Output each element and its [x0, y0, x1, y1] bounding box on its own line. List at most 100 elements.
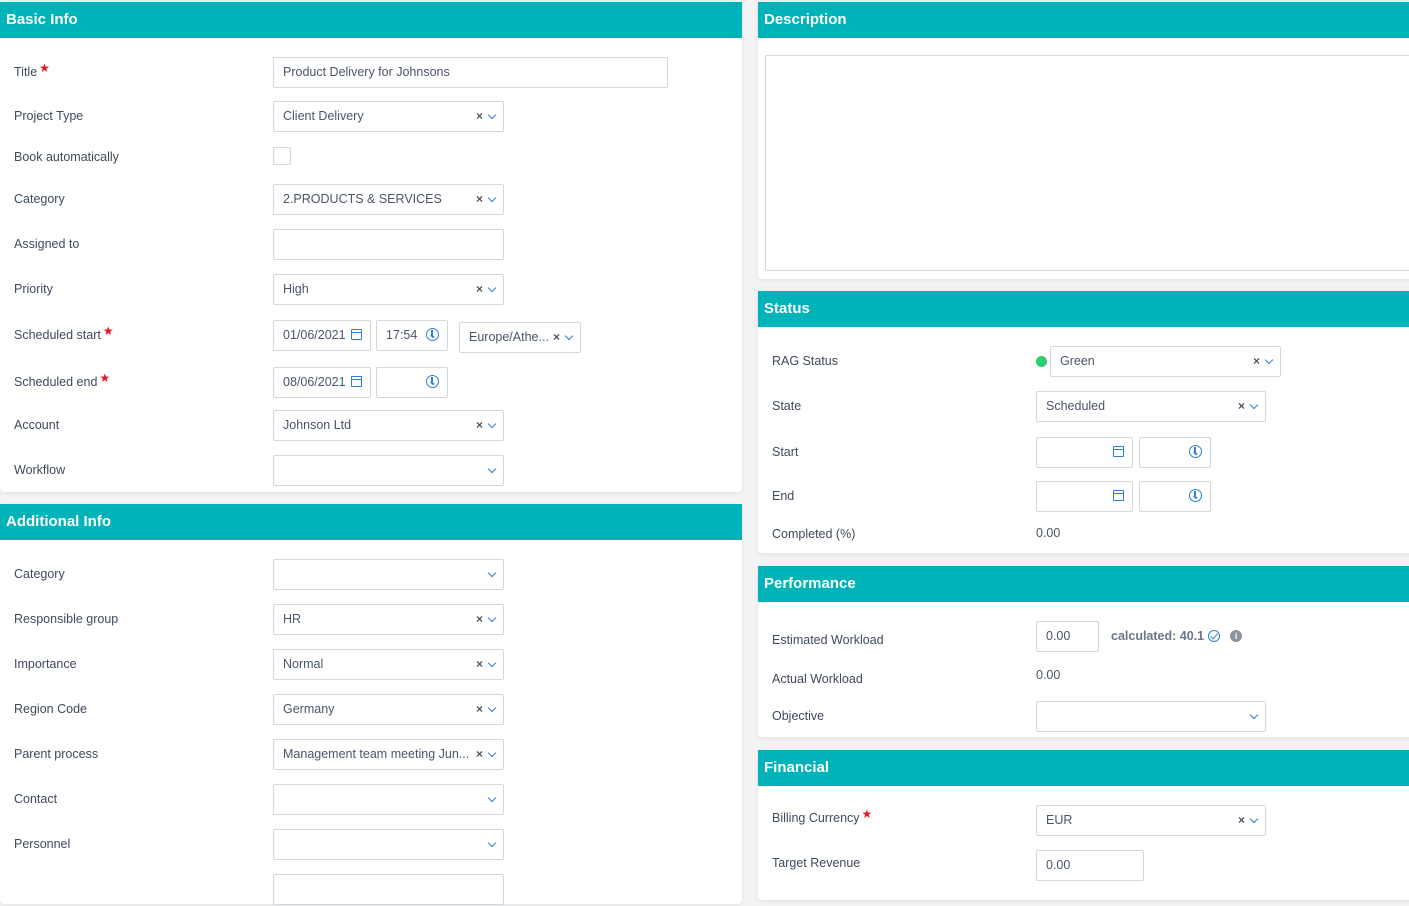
priority-select[interactable]: High ×: [273, 274, 504, 305]
end-time-input[interactable]: [1139, 481, 1211, 512]
clock-icon[interactable]: [1189, 445, 1202, 458]
category-value: 2.PRODUCTS & SERVICES: [283, 192, 442, 206]
region-code-row: Region Code Germany ×: [0, 694, 742, 726]
timezone-select[interactable]: Europe/Athe... ×: [459, 322, 581, 353]
chevron-down-icon[interactable]: [1264, 355, 1274, 364]
chevron-down-icon[interactable]: [487, 419, 497, 428]
personnel-select[interactable]: [273, 829, 504, 860]
scheduled-end-row: Scheduled end ★ 08/06/2021: [0, 367, 742, 399]
clear-icon[interactable]: ×: [476, 650, 483, 679]
book-automatically-row: Book automatically: [0, 142, 742, 174]
clear-icon[interactable]: ×: [1238, 806, 1245, 835]
chevron-down-icon[interactable]: [487, 613, 497, 622]
calendar-icon[interactable]: [1113, 490, 1124, 501]
calendar-icon[interactable]: [351, 329, 362, 340]
clear-icon[interactable]: ×: [1238, 392, 1245, 421]
start-date-input[interactable]: [1036, 437, 1133, 468]
required-icon: ★: [39, 61, 50, 75]
category-select[interactable]: 2.PRODUCTS & SERVICES ×: [273, 184, 504, 215]
project-type-label: Project Type: [14, 109, 84, 123]
chevron-down-icon[interactable]: [487, 838, 497, 847]
clear-icon[interactable]: ×: [476, 185, 483, 214]
clear-icon[interactable]: ×: [476, 740, 483, 769]
chevron-down-icon[interactable]: [1249, 814, 1259, 823]
project-type-select[interactable]: Client Delivery ×: [273, 101, 504, 132]
importance-select[interactable]: Normal ×: [273, 649, 504, 680]
add-category-label: Category: [14, 567, 65, 581]
clear-icon[interactable]: ×: [476, 411, 483, 440]
description-textarea[interactable]: [765, 55, 1409, 271]
partial-field[interactable]: [273, 874, 504, 905]
chevron-down-icon[interactable]: [487, 658, 497, 667]
partial-row: [0, 874, 742, 906]
account-select[interactable]: Johnson Ltd ×: [273, 410, 504, 441]
chevron-down-icon[interactable]: [487, 568, 497, 577]
chevron-down-icon[interactable]: [1249, 710, 1259, 719]
scheduled-end-date-value: 08/06/2021: [283, 375, 346, 389]
rag-status-select[interactable]: Green ×: [1050, 346, 1281, 377]
target-revenue-label: Target Revenue: [772, 856, 861, 870]
end-date-input[interactable]: [1036, 481, 1133, 512]
additional-info-panel: Additional Info Category Responsible gro…: [0, 504, 742, 906]
chevron-down-icon[interactable]: [487, 193, 497, 202]
billing-currency-row: Billing Currency ★ EUR ×: [758, 805, 1409, 837]
chevron-down-icon[interactable]: [487, 110, 497, 119]
responsible-group-row: Responsible group HR ×: [0, 604, 742, 636]
workflow-label: Workflow: [14, 463, 66, 477]
billing-currency-label: Billing Currency ★: [772, 807, 873, 825]
add-category-select[interactable]: [273, 559, 504, 590]
chevron-down-icon[interactable]: [487, 793, 497, 802]
state-select[interactable]: Scheduled ×: [1036, 391, 1266, 422]
clock-icon[interactable]: [426, 375, 439, 388]
calendar-icon[interactable]: [351, 376, 362, 387]
chevron-down-icon[interactable]: [564, 331, 574, 340]
responsible-group-label: Responsible group: [14, 612, 119, 626]
region-code-select[interactable]: Germany ×: [273, 694, 504, 725]
target-revenue-input[interactable]: 0.00: [1036, 850, 1144, 881]
clear-icon[interactable]: ×: [1253, 347, 1260, 376]
book-automatically-checkbox[interactable]: [273, 147, 291, 165]
clear-icon[interactable]: ×: [476, 695, 483, 724]
scheduled-start-date-input[interactable]: 01/06/2021: [273, 320, 371, 351]
required-icon: ★: [102, 324, 114, 338]
clear-icon[interactable]: ×: [476, 605, 483, 634]
info-icon[interactable]: i: [1230, 630, 1243, 642]
apply-calculated-icon[interactable]: [1208, 630, 1221, 642]
parent-process-select[interactable]: Management team meeting Jun... ×: [273, 739, 504, 770]
scheduled-end-date-input[interactable]: 08/06/2021: [273, 367, 371, 398]
chevron-down-icon[interactable]: [487, 464, 497, 473]
clear-icon[interactable]: ×: [476, 275, 483, 304]
scheduled-start-time-input[interactable]: 17:54: [376, 320, 448, 351]
rag-status-label: RAG Status: [772, 354, 838, 368]
estimated-workload-label: Estimated Workload: [772, 633, 884, 647]
estimated-workload-input[interactable]: 0.00: [1036, 621, 1099, 652]
rag-status-row: RAG Status Green ×: [758, 346, 1409, 378]
billing-currency-select[interactable]: EUR ×: [1036, 805, 1266, 836]
title-input[interactable]: Product Delivery for Johnsons: [273, 57, 668, 88]
objective-select[interactable]: [1036, 701, 1266, 732]
start-time-input[interactable]: [1139, 437, 1211, 468]
workflow-select[interactable]: [273, 455, 504, 486]
account-value: Johnson Ltd: [283, 418, 352, 432]
category-row: Category 2.PRODUCTS & SERVICES ×: [0, 184, 742, 216]
scheduled-end-time-input[interactable]: [376, 367, 448, 398]
clock-icon[interactable]: [1189, 489, 1202, 502]
priority-row: Priority High ×: [0, 274, 742, 306]
state-row: State Scheduled ×: [758, 391, 1409, 423]
description-panel: Description: [758, 2, 1409, 279]
timezone-value: Europe/Athe...: [469, 330, 549, 344]
category-label: Category: [14, 192, 65, 206]
responsible-group-select[interactable]: HR ×: [273, 604, 504, 635]
chevron-down-icon[interactable]: [487, 703, 497, 712]
assigned-to-input[interactable]: [273, 229, 504, 260]
contact-select[interactable]: [273, 784, 504, 815]
end-row: End: [758, 481, 1409, 513]
clear-icon[interactable]: ×: [476, 102, 483, 131]
chevron-down-icon[interactable]: [487, 748, 497, 757]
calendar-icon[interactable]: [1113, 446, 1124, 457]
scheduled-start-time-value: 17:54: [386, 328, 418, 342]
chevron-down-icon[interactable]: [1249, 400, 1259, 409]
clear-icon[interactable]: ×: [553, 323, 560, 352]
chevron-down-icon[interactable]: [487, 283, 497, 292]
clock-icon[interactable]: [426, 328, 439, 341]
